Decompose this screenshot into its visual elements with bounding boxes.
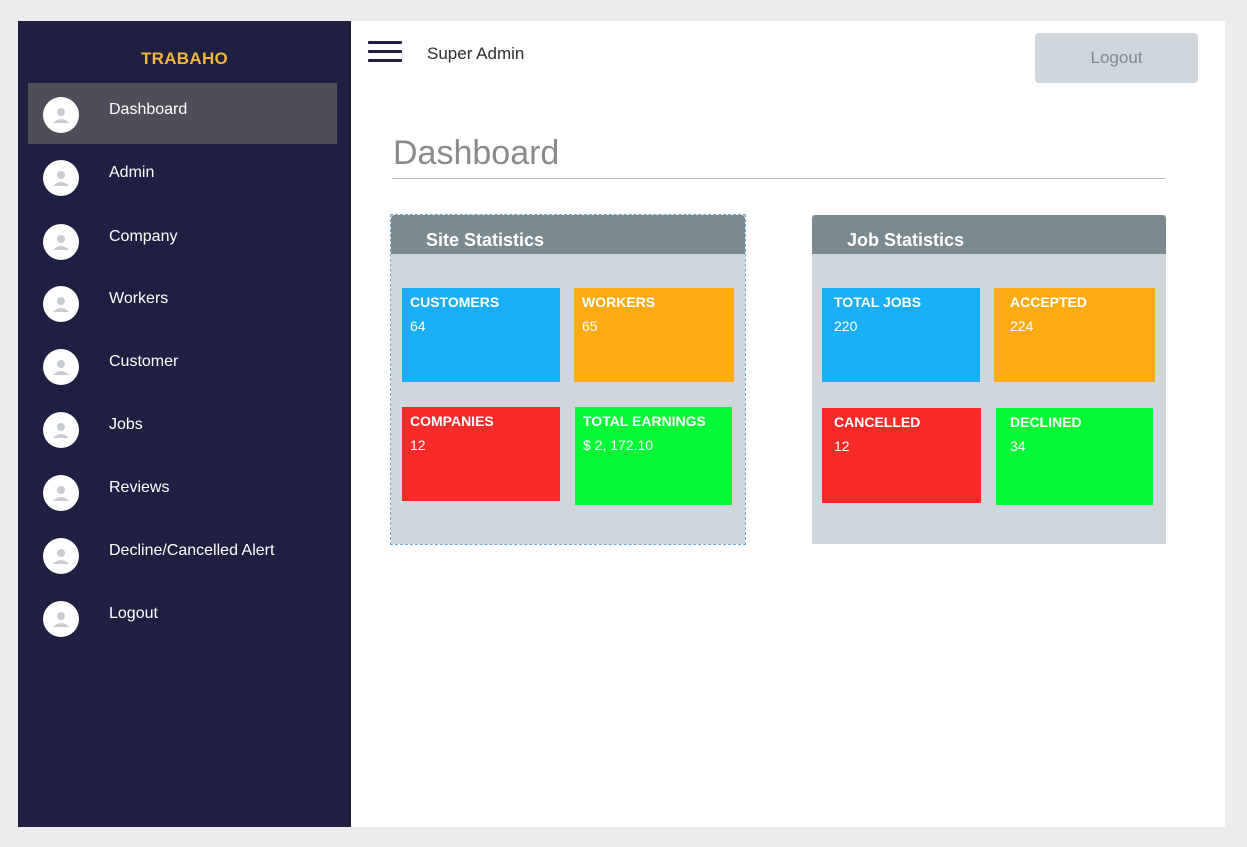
- stat-label: TOTAL JOBS: [834, 294, 922, 310]
- sidebar-item-label: Reviews: [109, 479, 170, 496]
- declined-stat-card[interactable]: DECLINED 34: [996, 408, 1153, 505]
- total-jobs-stat-card[interactable]: TOTAL JOBS 220: [822, 288, 980, 382]
- sidebar-item-logout[interactable]: Logout: [28, 587, 337, 648]
- logout-button[interactable]: Logout: [1035, 33, 1198, 83]
- stat-value: 224: [1010, 318, 1034, 334]
- sidebar-item-label: Dashboard: [109, 101, 188, 118]
- brand-logo: TRABAHO: [140, 49, 229, 68]
- sidebar-item-label: Customer: [109, 353, 179, 370]
- user-avatar-icon: [43, 286, 79, 322]
- title-divider: [392, 178, 1165, 179]
- sidebar-item-dashboard[interactable]: Dashboard: [28, 83, 337, 144]
- stat-label: TOTAL EARNINGS: [583, 413, 706, 429]
- stat-label: CANCELLED: [834, 414, 921, 430]
- sidebar-item-company[interactable]: Company: [28, 210, 337, 271]
- total-earnings-stat-card[interactable]: TOTAL EARNINGS $ 2, 172.10: [575, 407, 732, 505]
- panel-title: Site Statistics: [426, 230, 545, 250]
- sidebar-item-label: Decline/Cancelled Alert: [109, 542, 275, 559]
- user-avatar-icon: [43, 349, 79, 385]
- user-role-label: Super Admin: [427, 44, 525, 63]
- accepted-stat-card[interactable]: ACCEPTED 224: [994, 288, 1155, 382]
- user-avatar-icon: [43, 224, 79, 260]
- stat-value: 220: [834, 318, 858, 334]
- panel-title: Job Statistics: [847, 230, 965, 250]
- stat-label: ACCEPTED: [1010, 294, 1088, 310]
- workers-stat-card[interactable]: WORKERS 65: [574, 288, 734, 382]
- panel-header: Job Statistics: [812, 215, 1166, 254]
- sidebar-item-reviews[interactable]: Reviews: [28, 461, 337, 522]
- sidebar-item-workers[interactable]: Workers: [28, 272, 337, 333]
- stat-value: 12: [834, 438, 850, 454]
- sidebar-item-label: Logout: [109, 605, 158, 622]
- sidebar-item-decline-cancelled-alert[interactable]: Decline/Cancelled Alert: [28, 524, 337, 585]
- stat-value: 65: [582, 318, 598, 334]
- user-avatar-icon: [43, 601, 79, 637]
- companies-stat-card[interactable]: COMPANIES 12: [402, 407, 560, 501]
- stat-label: DECLINED: [1010, 414, 1082, 430]
- app-window: TRABAHO Dashboard Admin Company Workers: [18, 21, 1225, 827]
- customers-stat-card[interactable]: CUSTOMERS 64: [402, 288, 560, 382]
- cancelled-stat-card[interactable]: CANCELLED 12: [822, 408, 981, 503]
- page-title: Dashboard: [393, 134, 560, 172]
- sidebar-item-label: Jobs: [109, 416, 143, 433]
- user-avatar-icon: [43, 412, 79, 448]
- stat-value: 64: [410, 318, 426, 334]
- user-avatar-icon: [43, 97, 79, 133]
- stat-value: 34: [1010, 438, 1026, 454]
- panel-header: Site Statistics: [391, 215, 745, 254]
- sidebar-item-label: Admin: [109, 164, 155, 181]
- user-avatar-icon: [43, 475, 79, 511]
- user-avatar-icon: [43, 538, 79, 574]
- user-avatar-icon: [43, 160, 79, 196]
- stat-label: WORKERS: [582, 294, 656, 310]
- stat-label: COMPANIES: [410, 413, 494, 429]
- sidebar-item-jobs[interactable]: Jobs: [28, 398, 337, 459]
- stat-label: CUSTOMERS: [410, 294, 500, 310]
- hamburger-menu-icon[interactable]: [368, 41, 402, 65]
- sidebar-item-customer[interactable]: Customer: [28, 335, 337, 396]
- stat-value: $ 2, 172.10: [583, 437, 654, 453]
- sidebar: TRABAHO Dashboard Admin Company Workers: [18, 21, 351, 827]
- site-statistics-panel: Site Statistics CUSTOMERS 64 WORKERS 65 …: [390, 214, 746, 545]
- sidebar-item-label: Company: [109, 228, 178, 245]
- sidebar-item-label: Workers: [109, 290, 169, 307]
- stat-value: 12: [410, 437, 426, 453]
- job-statistics-panel: Job Statistics TOTAL JOBS 220 ACCEPTED 2…: [812, 215, 1166, 544]
- sidebar-item-admin[interactable]: Admin: [28, 146, 337, 207]
